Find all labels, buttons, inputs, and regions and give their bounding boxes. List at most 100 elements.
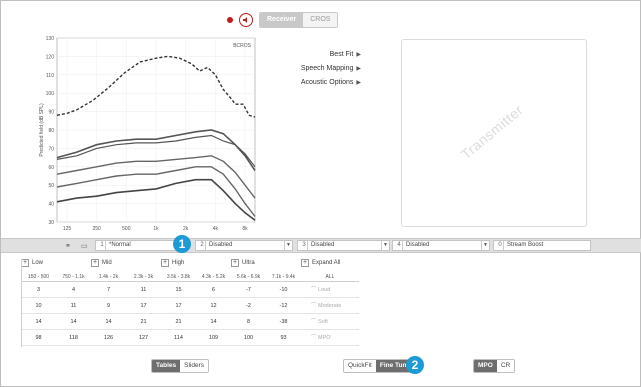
row-label-text: Soft: [318, 319, 328, 325]
gain-cell[interactable]: 14: [21, 314, 56, 329]
program-label: Disabled: [406, 242, 430, 248]
curve-icon: ⌒: [311, 303, 319, 309]
gain-cell[interactable]: -38: [266, 314, 301, 329]
chevron-right-icon: ▶: [356, 52, 361, 58]
group-ultra[interactable]: + Ultra: [231, 259, 255, 267]
table-row: 98 118 126 127 114 109 100 93 ⌒ MPO: [21, 330, 359, 346]
gain-cell[interactable]: 114: [161, 330, 196, 345]
x-tick-label: 4k: [213, 226, 219, 232]
mode-bar: Receiver CROS: [227, 11, 339, 29]
gain-cell[interactable]: 100: [231, 330, 266, 345]
gain-cell[interactable]: 9: [91, 298, 126, 313]
gain-cell[interactable]: 21: [126, 314, 161, 329]
menu-acoustic-options-label: Acoustic Options: [300, 79, 354, 86]
row-label[interactable]: ⌒ Moderate: [301, 298, 359, 313]
program-label: Disabled: [209, 242, 233, 248]
group-mid[interactable]: + Mid: [91, 259, 112, 267]
group-label: Expand All: [312, 260, 341, 266]
gain-cell[interactable]: 6: [196, 282, 231, 297]
program-slot-stream[interactable]: 0 Stream Boost: [493, 240, 591, 251]
y-tick-label: 60: [48, 165, 54, 171]
gain-cell[interactable]: 93: [266, 330, 301, 345]
x-tick-label: 250: [92, 226, 101, 232]
gain-cell[interactable]: 11: [56, 298, 91, 313]
gain-cell[interactable]: -2: [231, 298, 266, 313]
y-tick-label: 30: [48, 220, 54, 226]
cr-button[interactable]: CR: [496, 360, 515, 372]
expand-all[interactable]: + Expand All: [301, 259, 340, 267]
gain-cell[interactable]: 12: [196, 298, 231, 313]
mode-cros-button[interactable]: CROS: [303, 13, 338, 27]
y-tick-label: 80: [48, 128, 54, 134]
x-tick-label: 2k: [183, 226, 189, 232]
transmitter-panel: Transmitter: [401, 39, 587, 227]
gain-cell[interactable]: -12: [266, 298, 301, 313]
mpo-button[interactable]: MPO: [474, 360, 497, 372]
column-header: 1.4k - 2k: [98, 274, 119, 280]
gain-cell[interactable]: 10: [21, 298, 56, 313]
fitting-menu: Best Fit ▶ Speech Mapping ▶ Acoustic Optio…: [291, 51, 361, 93]
y-tick-label: 50: [48, 183, 54, 189]
program-number: 4: [396, 241, 403, 250]
gain-cell[interactable]: 17: [161, 298, 196, 313]
chevron-down-icon[interactable]: ▼: [284, 241, 292, 250]
gain-cell[interactable]: 7: [91, 282, 126, 297]
program-number: 2: [199, 241, 206, 250]
gain-cell[interactable]: -7: [231, 282, 266, 297]
chat-icon[interactable]: ▭: [81, 242, 88, 250]
link-icon[interactable]: ⚭: [65, 242, 71, 250]
gain-cell[interactable]: 21: [161, 314, 196, 329]
table-body: 3 4 7 11 15 6 -7 -10 ⌒ Loud 10 11 9 17 17 12 -2 -12 ⌒ Mod…: [21, 282, 359, 346]
speaker-icon[interactable]: [239, 13, 253, 27]
group-label: Mid: [102, 260, 112, 266]
tables-button[interactable]: Tables: [152, 360, 181, 372]
gain-cell[interactable]: 126: [91, 330, 126, 345]
expand-icon: +: [231, 259, 239, 267]
gain-cell[interactable]: 3: [21, 282, 56, 297]
column-header-all: ALL: [325, 274, 335, 280]
row-label[interactable]: ⌒ Loud: [301, 282, 359, 297]
gain-cell[interactable]: 118: [56, 330, 91, 345]
column-header: 150 - 500: [27, 274, 50, 280]
sliders-button[interactable]: Sliders: [180, 360, 208, 372]
program-slot-1[interactable]: 1 *Normal: [95, 240, 177, 251]
row-label[interactable]: ⌒ Soft: [301, 314, 359, 329]
program-slot-3[interactable]: 3 Disabled ▼: [297, 240, 390, 251]
row-label-text: Loud: [318, 287, 331, 293]
gain-cell[interactable]: 11: [126, 282, 161, 297]
transmitter-label: Transmitter: [457, 101, 527, 163]
program-slot-4[interactable]: 4 Disabled ▼: [392, 240, 490, 251]
gain-cell[interactable]: 15: [161, 282, 196, 297]
menu-best-fit[interactable]: Best Fit ▶: [291, 51, 361, 58]
band-groups: + Low + Mid + High + Ultra + Expand All: [21, 259, 377, 271]
menu-acoustic-options[interactable]: Acoustic Options ▶: [291, 79, 361, 86]
x-tick-label: 500: [122, 226, 131, 232]
x-tick-label: 125: [63, 226, 72, 232]
gain-cell[interactable]: 4: [56, 282, 91, 297]
expand-icon: +: [91, 259, 99, 267]
callout-badge-2: 2: [406, 356, 424, 374]
row-label[interactable]: ⌒ MPO: [301, 330, 359, 345]
program-slot-2[interactable]: 2 Disabled ▼: [195, 240, 293, 251]
program-bar: ⚭ ▭ 1 *Normal 2 Disabled ▼ 3 Disabled ▼ 4 Di…: [1, 238, 641, 253]
gain-cell[interactable]: 127: [126, 330, 161, 345]
gain-cell[interactable]: -10: [266, 282, 301, 297]
menu-speech-mapping[interactable]: Speech Mapping ▶: [291, 65, 361, 72]
gain-cell[interactable]: 8: [231, 314, 266, 329]
gain-cell[interactable]: 14: [91, 314, 126, 329]
program-label: *Normal: [109, 242, 131, 248]
chevron-down-icon[interactable]: ▼: [481, 241, 489, 250]
group-high[interactable]: + High: [161, 259, 184, 267]
x-tick-label: 1k: [153, 226, 159, 232]
callout-badge-1: 1: [173, 235, 191, 253]
gain-cell[interactable]: 14: [56, 314, 91, 329]
graph-corner-label: BCROS: [233, 43, 251, 49]
gain-cell[interactable]: 98: [21, 330, 56, 345]
gain-cell[interactable]: 17: [126, 298, 161, 313]
group-low[interactable]: + Low: [21, 259, 43, 267]
gain-cell[interactable]: 109: [196, 330, 231, 345]
mode-receiver-button[interactable]: Receiver: [260, 13, 304, 27]
gain-cell[interactable]: 14: [196, 314, 231, 329]
chevron-down-icon[interactable]: ▼: [381, 241, 389, 250]
quickfit-button[interactable]: QuickFit: [344, 360, 376, 372]
